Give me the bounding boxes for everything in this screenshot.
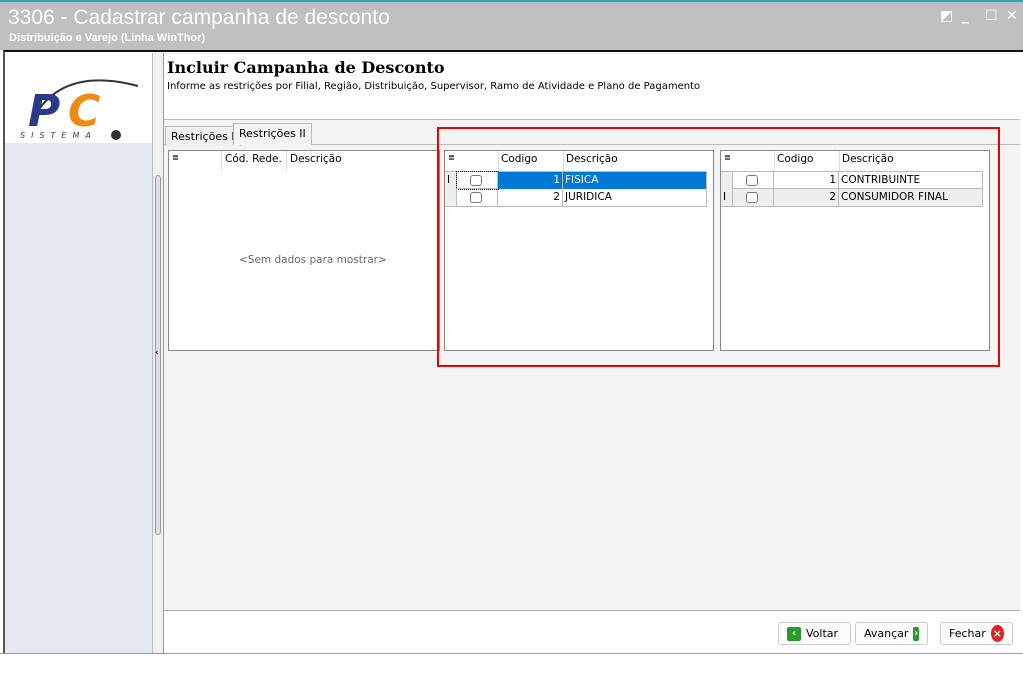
voltar-label: Voltar bbox=[806, 627, 839, 640]
svg-text:C: C bbox=[68, 86, 100, 137]
collapse-arrow-icon[interactable]: ‹ bbox=[155, 348, 159, 358]
page-description: Informe as restrições por Filial, Região… bbox=[167, 81, 701, 92]
status-bar bbox=[0, 653, 1023, 681]
avancar-button[interactable]: Avançar › bbox=[855, 622, 928, 645]
page-title: Incluir Campanha de Desconto bbox=[167, 58, 445, 77]
fechar-label: Fechar bbox=[949, 627, 986, 640]
tab-restricoes-i[interactable]: Restrições I bbox=[165, 126, 241, 146]
tab-restricoes-ii[interactable]: Restrições II bbox=[233, 123, 312, 145]
voltar-button[interactable]: ‹ Voltar bbox=[778, 622, 851, 645]
column-chooser-icon[interactable]: ≣ bbox=[172, 153, 179, 162]
close-circle-icon: × bbox=[990, 625, 1004, 642]
window-subtitle: Distribuição e Varejo (Linha WinThor) bbox=[9, 32, 206, 44]
restore-icon[interactable]: ◩ bbox=[940, 8, 953, 24]
column-header[interactable]: Descrição bbox=[290, 153, 342, 165]
arrow-right-icon: › bbox=[913, 626, 919, 641]
empty-message: <Sem dados para mostrar> bbox=[239, 254, 387, 266]
column-header[interactable]: Cód. Rede. bbox=[225, 153, 282, 165]
close-icon[interactable]: ✕ bbox=[1006, 8, 1018, 24]
avancar-label: Avançar bbox=[864, 627, 909, 640]
fechar-button[interactable]: Fechar × bbox=[940, 622, 1013, 645]
maximize-icon[interactable]: ☐ bbox=[985, 8, 998, 24]
minimize-icon[interactable]: _ bbox=[962, 8, 969, 24]
grid-redes[interactable]: ≣ Cód. Rede. Descrição <Sem dados para m… bbox=[168, 150, 440, 351]
highlight-box bbox=[437, 127, 1000, 367]
window-title: 3306 - Cadastrar campanha de desconto bbox=[8, 6, 390, 29]
svg-text:SISTEMA: SISTEMA bbox=[20, 131, 97, 140]
svg-text:P: P bbox=[28, 86, 60, 137]
arrow-left-icon: ‹ bbox=[787, 626, 801, 641]
pc-sistemas-logo: P C SISTEMA bbox=[20, 68, 145, 144]
